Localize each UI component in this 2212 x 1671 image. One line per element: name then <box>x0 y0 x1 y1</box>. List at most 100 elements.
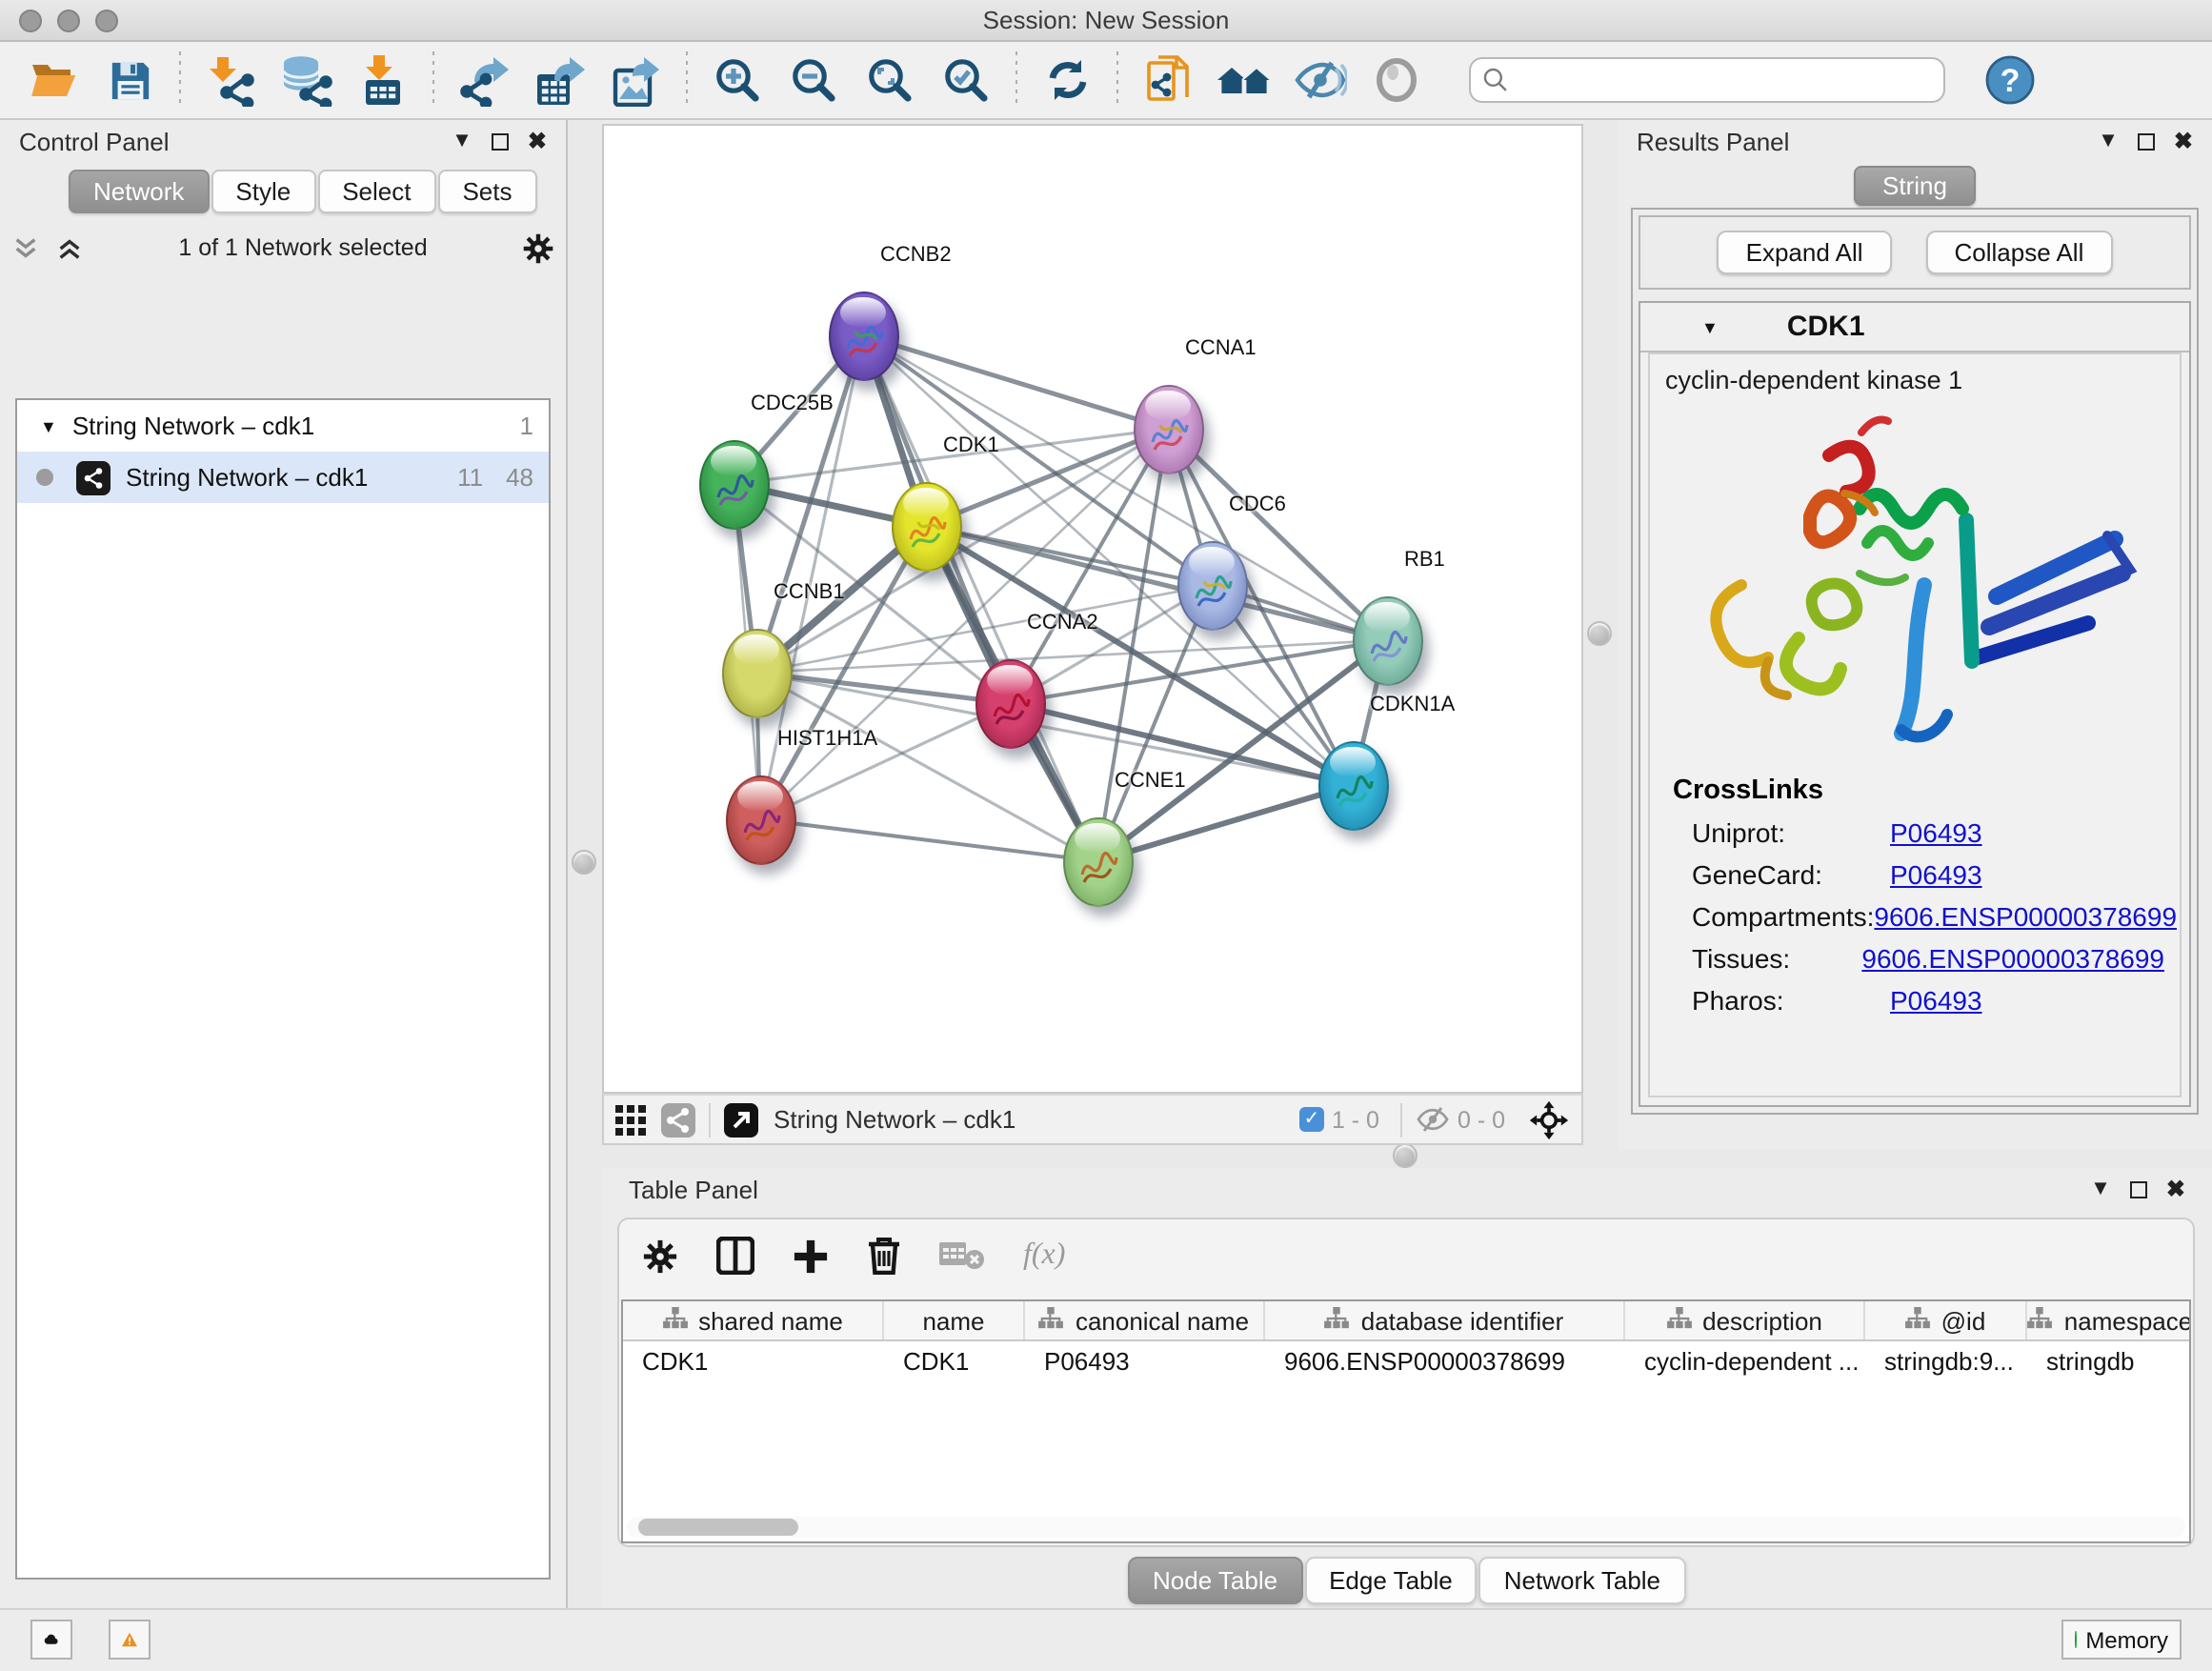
export-image-button[interactable] <box>598 46 674 114</box>
collection-expander-icon[interactable]: ▼ <box>40 416 57 435</box>
table-cell[interactable]: CDK1 <box>623 1341 884 1385</box>
tab-edge-table[interactable]: Edge Table <box>1304 1557 1478 1604</box>
first-neighbors-button[interactable] <box>1206 46 1282 114</box>
zoom-out-button[interactable] <box>775 46 852 114</box>
table-panel-close-icon[interactable]: ✖ <box>2166 1178 2185 1200</box>
table-settings-gear-icon[interactable] <box>642 1238 678 1274</box>
hidden-elements-icon[interactable] <box>1416 1105 1450 1134</box>
table-cell[interactable]: CDK1 <box>884 1341 1025 1385</box>
network-node-HIST1H1A[interactable] <box>725 775 795 864</box>
table-cell[interactable]: cyclin-dependent ... <box>1625 1341 1865 1385</box>
network-node-CCNB1[interactable] <box>721 628 792 717</box>
show-all-button[interactable] <box>1358 46 1435 114</box>
detach-view-icon[interactable] <box>724 1102 758 1137</box>
crosslink-link[interactable]: 9606.ENSP00000378699 <box>1861 943 2164 974</box>
grid-view-icon[interactable] <box>615 1104 646 1135</box>
network-node-CDC25B[interactable] <box>698 439 769 529</box>
table-cell[interactable]: stringdb:9... <box>1865 1341 2027 1385</box>
warnings-button[interactable] <box>109 1620 151 1660</box>
import-network-database-button[interactable] <box>269 46 345 114</box>
control-panel-close-icon[interactable]: ✖ <box>528 130 547 152</box>
left-splitter[interactable] <box>568 120 602 1608</box>
selected-nodes-checkbox[interactable]: ✓ <box>1299 1107 1324 1132</box>
show-columns-icon[interactable] <box>716 1237 754 1275</box>
cloud-services-button[interactable] <box>30 1620 72 1660</box>
tab-string[interactable]: String <box>1854 166 1976 206</box>
control-panel-menu-icon[interactable]: ▼ <box>452 131 473 151</box>
crosslink-link[interactable]: 9606.ENSP00000378699 <box>1874 901 2177 932</box>
refresh-button[interactable] <box>1029 46 1105 114</box>
results-panel-float-icon[interactable] <box>2138 132 2155 150</box>
hide-selected-button[interactable] <box>1282 46 1358 114</box>
function-builder-icon[interactable]: f(x) <box>1023 1238 1065 1273</box>
network-node-CDK1[interactable] <box>891 481 961 571</box>
table-panel-menu-icon[interactable]: ▼ <box>2090 1178 2111 1199</box>
clone-network-button[interactable] <box>1130 46 1206 114</box>
expand-all-icon[interactable] <box>55 233 84 262</box>
tab-node-table[interactable]: Node Table <box>1128 1557 1302 1604</box>
network-view-icon[interactable] <box>661 1102 695 1137</box>
collapse-all-button[interactable]: Collapse All <box>1926 231 2113 274</box>
results-panel-menu-icon[interactable]: ▼ <box>2098 131 2119 151</box>
network-node-CCNB2[interactable] <box>828 291 898 380</box>
zoom-fit-button[interactable] <box>852 46 928 114</box>
birds-eye-view-icon[interactable] <box>1528 1098 1570 1140</box>
export-table-button[interactable] <box>522 46 598 114</box>
right-splitter[interactable] <box>1583 120 1618 1145</box>
network-collection-row[interactable]: ▼ String Network – cdk1 1 <box>17 400 549 452</box>
left-splitter-handle[interactable] <box>572 850 596 875</box>
column-header-shared-name[interactable]: shared name <box>623 1301 884 1339</box>
crosslink-link[interactable]: P06493 <box>1890 859 1982 890</box>
gene-expander-icon[interactable]: ▼ <box>1701 317 1719 336</box>
table-horizontal-scrollbar[interactable] <box>627 1517 2185 1538</box>
table-cell[interactable]: stringdb <box>2027 1341 2191 1385</box>
network-node-CCNA2[interactable] <box>975 658 1045 748</box>
gene-section-header[interactable]: ▼ CDK1 <box>1640 303 2189 352</box>
column-header-canonical-name[interactable]: canonical name <box>1025 1301 1265 1339</box>
delete-column-trash-icon[interactable] <box>867 1237 901 1275</box>
column-header-database-identifier[interactable]: database identifier <box>1265 1301 1625 1339</box>
tab-sets[interactable]: Sets <box>437 170 536 213</box>
network-node-RB1[interactable] <box>1352 595 1422 685</box>
column-header-name[interactable]: name <box>884 1301 1025 1339</box>
network-options-gear-icon[interactable] <box>522 232 554 264</box>
collapse-all-icon[interactable] <box>11 233 40 262</box>
network-node-CCNE1[interactable] <box>1062 816 1133 906</box>
import-network-file-button[interactable] <box>192 46 269 114</box>
help-button[interactable]: ? <box>1972 46 2048 114</box>
zoom-selected-button[interactable] <box>928 46 1004 114</box>
network-node-CDKN1A[interactable] <box>1317 740 1388 830</box>
network-node-CCNA1[interactable] <box>1133 384 1203 473</box>
expand-all-button[interactable]: Expand All <box>1718 231 1892 274</box>
scrollbar-thumb[interactable] <box>638 1519 798 1536</box>
table-row[interactable]: CDK1CDK1P064939606.ENSP00000378699cyclin… <box>623 1341 2189 1385</box>
export-network-button[interactable] <box>446 46 522 114</box>
network-row-selected[interactable]: String Network – cdk1 11 48 <box>17 452 549 503</box>
network-node-CDC6[interactable] <box>1176 540 1247 630</box>
zoom-in-button[interactable] <box>699 46 775 114</box>
table-panel-float-icon[interactable] <box>2130 1180 2147 1198</box>
tab-select[interactable]: Select <box>317 170 435 213</box>
save-session-button[interactable] <box>91 46 168 114</box>
horizontal-splitter-handle[interactable] <box>1393 1143 1418 1168</box>
import-table-button[interactable] <box>345 46 421 114</box>
memory-button[interactable]: Memory <box>2061 1620 2182 1660</box>
table-cell[interactable]: 9606.ENSP00000378699 <box>1265 1341 1625 1385</box>
crosslink-link[interactable]: P06493 <box>1890 817 1982 848</box>
column-header-description[interactable]: description <box>1625 1301 1865 1339</box>
open-file-button[interactable] <box>15 46 91 114</box>
tab-network-table[interactable]: Network Table <box>1479 1557 1685 1604</box>
tab-style[interactable]: Style <box>211 170 315 213</box>
column-header--id[interactable]: @id <box>1865 1301 2027 1339</box>
column-header-namespace[interactable]: namespace <box>2027 1301 2191 1339</box>
network-view-canvas[interactable]: CCNB2CCNA1CDC25BCDK1CDC6RB1CCNB1CCNA2CDK… <box>602 124 1583 1094</box>
table-cell[interactable]: P06493 <box>1025 1341 1265 1385</box>
right-splitter-handle[interactable] <box>1587 621 1612 646</box>
delete-table-icon[interactable] <box>939 1238 985 1273</box>
add-column-icon[interactable] <box>793 1238 829 1274</box>
tab-network[interactable]: Network <box>69 170 209 213</box>
results-panel-close-icon[interactable]: ✖ <box>2174 130 2193 152</box>
search-input[interactable] <box>1509 65 1932 95</box>
crosslink-link[interactable]: P06493 <box>1890 985 1982 1016</box>
control-panel-float-icon[interactable] <box>492 132 509 150</box>
